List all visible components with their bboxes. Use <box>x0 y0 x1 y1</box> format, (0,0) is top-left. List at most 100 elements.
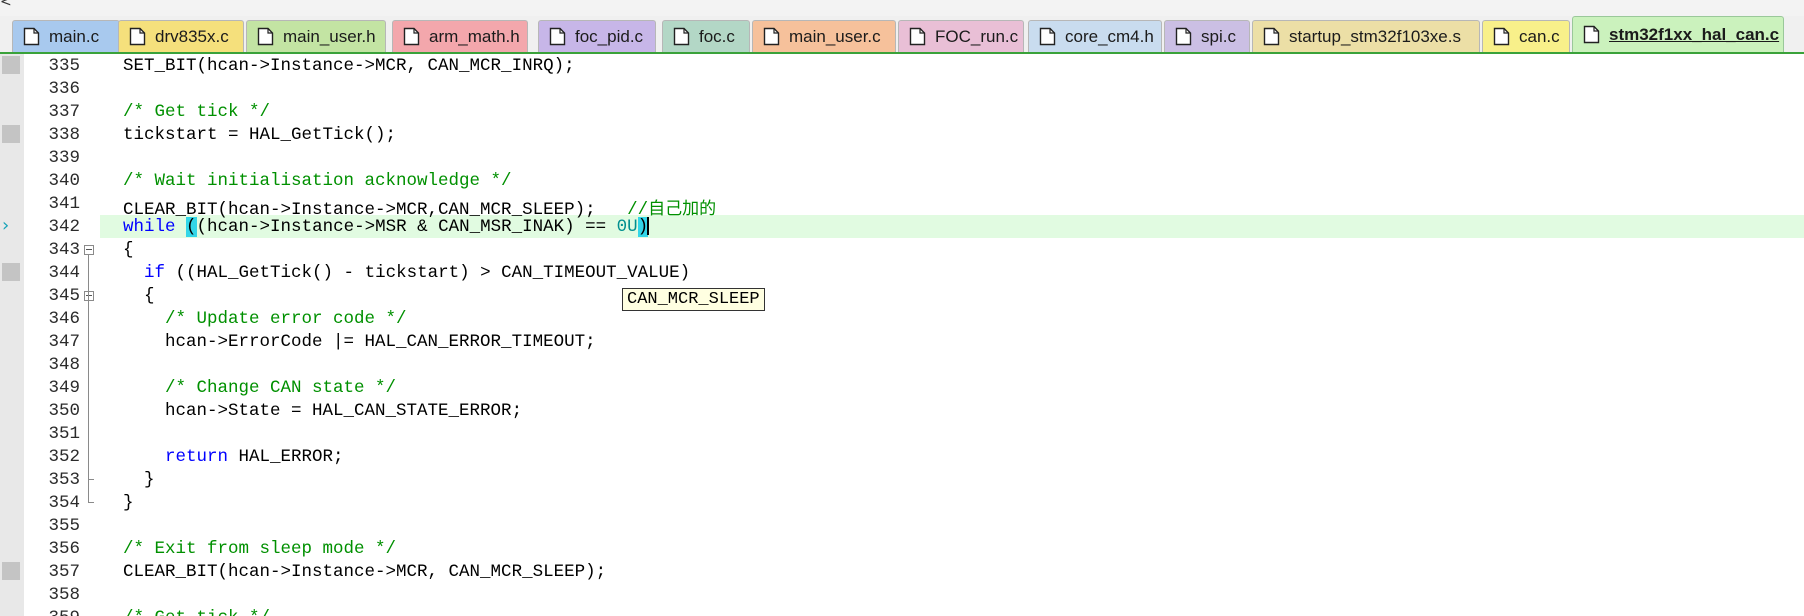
line-number: 345 <box>48 286 80 306</box>
c-file-icon <box>549 27 566 46</box>
code-line[interactable]: hcan->State = HAL_CAN_STATE_ERROR; <box>123 401 522 421</box>
tab-label: FOC_run.c <box>935 27 1019 46</box>
code-line[interactable]: if ((HAL_GetTick() - tickstart) > CAN_TI… <box>123 263 690 283</box>
tab-label: startup_stm32f103xe.s <box>1289 27 1461 46</box>
c-file-icon <box>673 27 690 46</box>
line-number: 344 <box>48 263 80 283</box>
tab-arm-math-h[interactable]: arm_math.h <box>392 20 528 52</box>
fold-guide-end <box>88 479 94 480</box>
line-number: 347 <box>48 332 80 352</box>
code-token: { <box>123 286 155 306</box>
line-number: 359 <box>30 608 80 616</box>
tab-spi-c[interactable]: spi.c <box>1164 20 1250 52</box>
tab-drv835x-c[interactable]: drv835x.c <box>118 20 244 52</box>
tab-label: spi.c <box>1201 27 1236 46</box>
code-line[interactable]: return HAL_ERROR; <box>123 447 344 467</box>
code-line[interactable]: { <box>123 240 134 260</box>
line-number: 351 <box>48 424 80 444</box>
code-token: } <box>123 493 134 513</box>
code-token: 0U <box>616 217 638 237</box>
tab-stm32f1xx-hal-can-c[interactable]: stm32f1xx_hal_can.c <box>1572 16 1784 52</box>
code-line[interactable]: SET_BIT(hcan->Instance->MCR, CAN_MCR_INR… <box>123 56 575 76</box>
code-token: if <box>144 263 166 283</box>
code-token: ((HAL_GetTick() - tickstart) > CAN_TIMEO… <box>165 263 691 283</box>
code-token: 自己加的 <box>648 199 717 219</box>
code-line[interactable]: { <box>123 286 155 306</box>
tab-main-c[interactable]: main.c <box>12 20 120 52</box>
bookmark-marker[interactable] <box>2 125 20 143</box>
c-file-icon <box>763 27 780 46</box>
code-line[interactable]: tickstart = HAL_GetTick(); <box>123 125 396 145</box>
current-line-arrow-icon: › <box>2 215 10 236</box>
line-number: 348 <box>48 355 80 375</box>
line-number: 346 <box>48 309 80 329</box>
code-line[interactable]: /* Exit from sleep mode */ <box>123 539 396 559</box>
tab-label: arm_math.h <box>429 27 520 46</box>
line-number: 342 <box>48 217 80 237</box>
title-strip: < <box>0 0 1804 16</box>
code-token: return <box>165 447 229 467</box>
line-number: 355 <box>48 516 80 536</box>
tab-label: main_user.h <box>283 27 376 46</box>
c-file-icon <box>1583 25 1600 44</box>
line-number: 336 <box>48 79 80 99</box>
fold-guide <box>88 301 89 479</box>
tab-main-user-c[interactable]: main_user.c <box>752 20 896 52</box>
line-number: 358 <box>48 585 80 605</box>
code-token: hcan->ErrorCode |= HAL_CAN_ERROR_TIMEOUT… <box>123 332 596 352</box>
tab-foc-c[interactable]: foc.c <box>662 20 750 52</box>
tab-label: foc.c <box>699 27 735 46</box>
line-number: 354 <box>48 493 80 513</box>
code-line[interactable]: /* Update error code */ <box>123 309 407 329</box>
line-number: 341 <box>48 194 80 214</box>
line-number: 350 <box>48 401 80 421</box>
c-file-icon <box>1493 27 1510 46</box>
fold-toggle-icon[interactable] <box>84 291 94 301</box>
code-line[interactable]: CLEAR_BIT(hcan->Instance->MCR, CAN_MCR_S… <box>123 562 606 582</box>
code-token: ( <box>186 217 197 237</box>
code-token: /* Update error code */ <box>165 309 407 329</box>
code-line[interactable]: } <box>123 470 155 490</box>
tab-main-user-h[interactable]: main_user.h <box>246 20 386 52</box>
line-number: 339 <box>48 148 80 168</box>
code-line[interactable]: /* Get tick */ <box>123 608 270 616</box>
code-editor[interactable]: 335 336 337 338 339 340 341 › 342 343 344 345 346 347… <box>0 54 1804 616</box>
c-file-icon <box>909 27 926 46</box>
code-line[interactable]: hcan->ErrorCode |= HAL_CAN_ERROR_TIMEOUT… <box>123 332 596 352</box>
code-token: /* Get tick */ <box>123 608 270 616</box>
code-line[interactable]: } <box>123 493 134 513</box>
tab-can-c[interactable]: can.c <box>1482 20 1570 52</box>
tab-label: main_user.c <box>789 27 881 46</box>
bookmark-marker[interactable] <box>2 263 20 281</box>
tab-label: drv835x.c <box>155 27 229 46</box>
code-line[interactable]: /* Change CAN state */ <box>123 378 396 398</box>
tab-foc-pid-c[interactable]: foc_pid.c <box>538 20 656 52</box>
code-line[interactable]: while ((hcan->Instance->MSR & CAN_MSR_IN… <box>123 217 650 237</box>
bookmark-marker[interactable] <box>2 562 20 580</box>
back-glyph: < <box>0 0 12 10</box>
fold-guide-end <box>88 502 94 503</box>
line-number: 340 <box>48 171 80 191</box>
tab-foc-run-c[interactable]: FOC_run.c <box>898 20 1024 52</box>
tab-label: can.c <box>1519 27 1560 46</box>
h-file-icon <box>1039 27 1056 46</box>
code-token: /* Change CAN state */ <box>165 378 397 398</box>
s-file-icon <box>1263 27 1280 46</box>
code-token: /* Get tick */ <box>123 102 271 122</box>
code-token: /* Exit from sleep mode */ <box>123 539 397 559</box>
code-token: SET_BIT(hcan->Instance->MCR, CAN_MCR_INR… <box>123 56 575 76</box>
bookmark-marker[interactable] <box>2 56 20 74</box>
line-number: 356 <box>48 539 80 559</box>
code-line[interactable]: /* Get tick */ <box>123 102 270 122</box>
tab-startup-stm32f103xe-s[interactable]: startup_stm32f103xe.s <box>1252 20 1480 52</box>
code-line[interactable]: /* Wait initialisation acknowledge */ <box>123 171 512 191</box>
line-number: 338 <box>48 125 80 145</box>
line-number: 353 <box>48 470 80 490</box>
tab-core-cm4-h[interactable]: core_cm4.h <box>1028 20 1162 52</box>
code-token: (hcan->Instance->MSR & CAN_MSR_INAK) == <box>196 217 617 237</box>
code-token: while <box>123 217 176 237</box>
fold-toggle-icon[interactable] <box>84 245 94 255</box>
